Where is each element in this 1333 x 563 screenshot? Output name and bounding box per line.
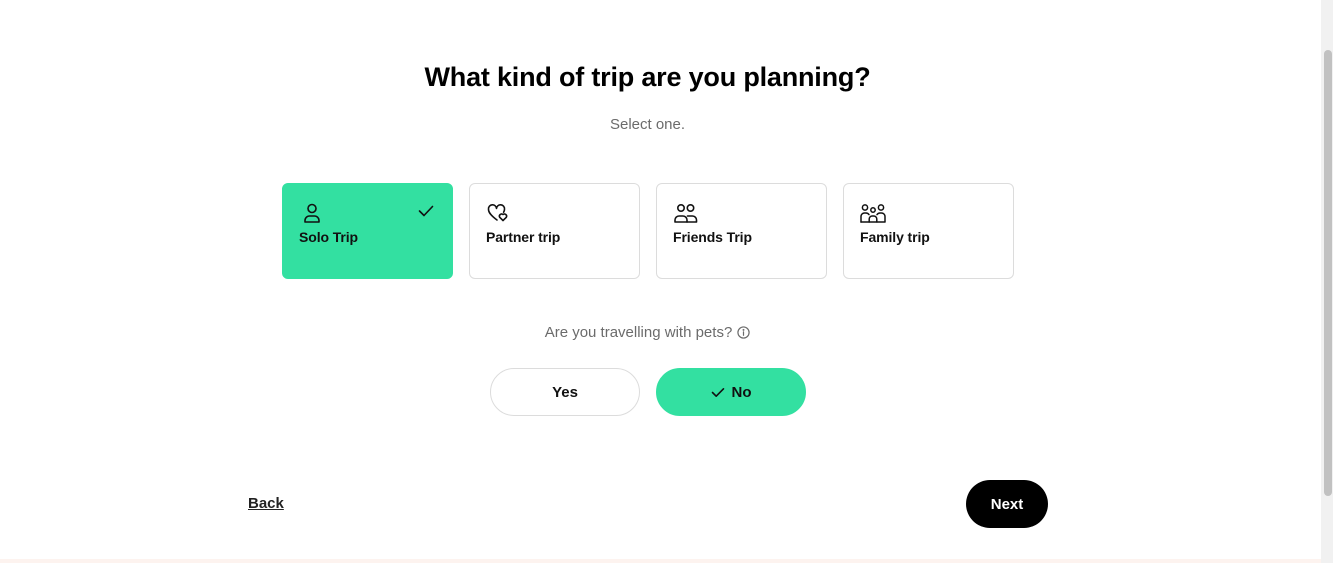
two-people-icon (674, 203, 698, 223)
trip-card-partner[interactable]: Partner trip (469, 183, 640, 279)
scrollbar-thumb[interactable] (1324, 50, 1332, 496)
page-title: What kind of trip are you planning? (424, 62, 871, 92)
pets-yes-label: Yes (552, 383, 578, 401)
person-icon (304, 203, 320, 223)
heart-icon (487, 204, 508, 222)
trip-card-label: Friends Trip (673, 229, 752, 245)
trip-card-family[interactable]: Family trip (843, 183, 1014, 279)
back-link[interactable]: Back (248, 495, 284, 512)
pets-question-text: Are you travelling with pets? (544, 324, 733, 341)
trip-card-label: Partner trip (486, 229, 561, 245)
family-icon (860, 204, 886, 223)
page-subtitle: Select one. (609, 116, 686, 133)
pets-question: Are you travelling with pets? (0, 324, 1295, 341)
footer-divider (0, 559, 1321, 563)
pets-yes-button[interactable]: Yes (490, 368, 640, 416)
trip-card-label: Solo Trip (299, 229, 358, 245)
pets-no-label: No (731, 383, 752, 401)
trip-type-page: What kind of trip are you planning? Sele… (0, 0, 1321, 563)
pets-no-button[interactable]: No (656, 368, 806, 416)
check-icon (711, 387, 724, 397)
trip-card-solo[interactable]: Solo Trip (282, 183, 453, 279)
check-icon (418, 205, 434, 217)
trip-card-label: Family trip (860, 229, 930, 245)
next-button[interactable]: Next (966, 480, 1048, 528)
info-icon[interactable] (737, 326, 750, 339)
trip-card-friends[interactable]: Friends Trip (656, 183, 827, 279)
